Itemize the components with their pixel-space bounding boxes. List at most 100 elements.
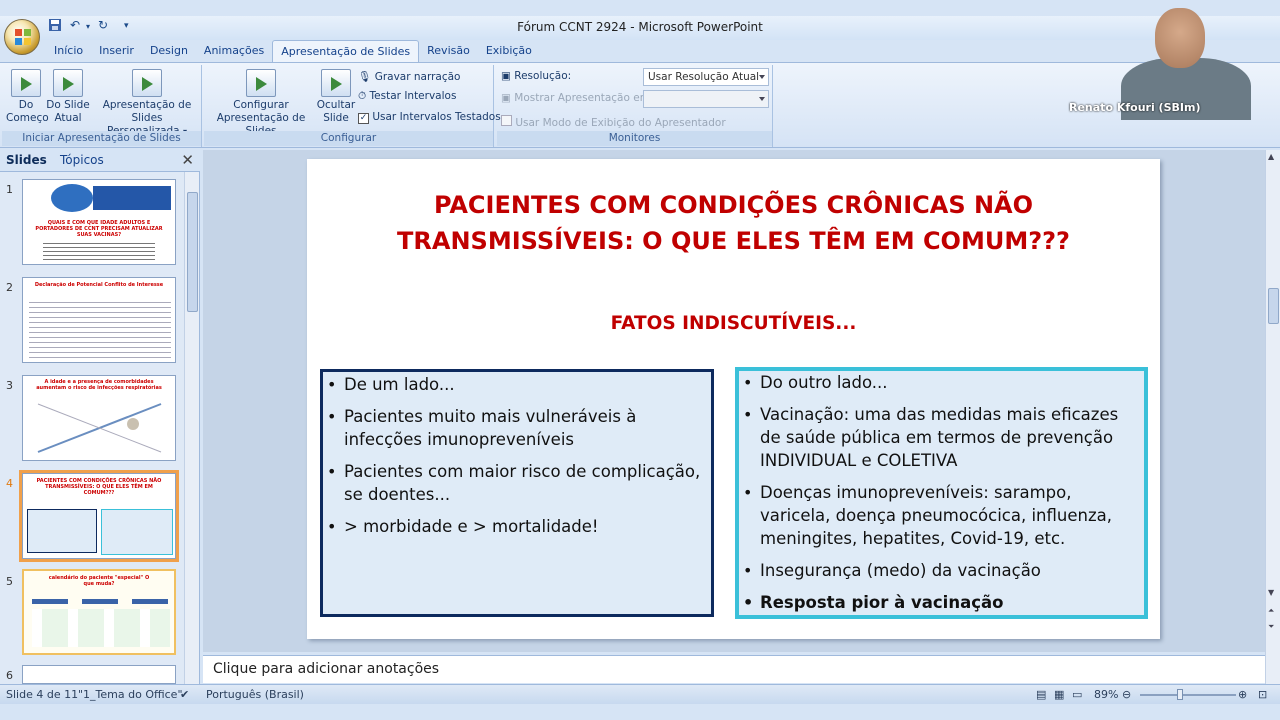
hide-slide-button[interactable]: Ocultar Slide (316, 69, 356, 125)
hide-slide-label-2: Slide (323, 112, 349, 124)
thumb-number: 1 (6, 183, 13, 196)
ribbon-tabs: Início Inserir Design Animações Apresent… (46, 40, 540, 62)
show-on-select[interactable] (643, 90, 769, 108)
resolution-label-text: Resolução: (514, 70, 572, 82)
configure-slideshow-button[interactable]: Configurar Apresentação de Slides (206, 69, 316, 138)
timer-icon: ⏱ (358, 90, 367, 102)
zoom-in-icon[interactable]: ⊕ (1238, 688, 1247, 701)
from-current-button[interactable]: Do Slide Atual (46, 69, 90, 125)
spellcheck-icon[interactable]: ✔ (180, 688, 189, 701)
dropdown-arrow-icon (759, 97, 765, 101)
presenter-view-checkbox[interactable]: Usar Modo de Exibição do Apresentador (501, 115, 726, 129)
group-start-slideshow: Do Começo Do Slide Atual Apresentação de… (2, 65, 202, 147)
tab-revisao[interactable]: Revisão (419, 40, 478, 62)
thumb-text: QUAIS E COM QUE IDADE ADULTOS E PORTADOR… (35, 220, 163, 238)
bullet-item: Do outro lado... (739, 371, 1140, 394)
thumb-number: 4 (6, 477, 13, 490)
slide-thumbnail-1[interactable]: QUAIS E COM QUE IDADE ADULTOS E PORTADOR… (22, 179, 176, 265)
from-beginning-button[interactable]: Do Começo (6, 69, 49, 125)
scroll-down-icon[interactable]: ▼ (1268, 588, 1274, 597)
scroll-thumb[interactable] (187, 192, 198, 312)
language-indicator[interactable]: Português (Brasil) (206, 688, 304, 701)
monitor-icon: ▣ (501, 92, 511, 104)
slide-thumbnail-3[interactable]: A idade e a presença de comorbidades aum… (22, 375, 176, 461)
tab-design[interactable]: Design (142, 40, 196, 62)
slides-pane: Slides Tópicos ✕ 1 QUAIS E COM QUE IDADE… (0, 150, 200, 684)
customize-toolbar-icon[interactable]: ▾ (124, 21, 129, 31)
redo-icon[interactable]: ↻ (98, 18, 108, 32)
use-timings-checkbox[interactable]: ✓ Usar Intervalos Testados (358, 111, 501, 124)
next-slide-icon[interactable]: ⏷ (1268, 622, 1274, 632)
slide-title[interactable]: PACIENTES COM CONDIÇÕES CRÔNICAS NÃO TRA… (307, 187, 1160, 259)
presenter-view-label: Usar Modo de Exibição do Apresentador (515, 117, 726, 129)
tab-exibicao[interactable]: Exibição (478, 40, 540, 62)
thumb-text: PACIENTES COM CONDIÇÕES CRÔNICAS NÃO TRA… (36, 478, 162, 496)
scroll-thumb[interactable] (1268, 288, 1279, 324)
checkbox-checked-icon: ✓ (358, 113, 369, 124)
office-button[interactable] (4, 19, 40, 55)
zoom-out-icon[interactable]: ⊖ (1122, 688, 1131, 701)
rehearse-timings-label: Testar Intervalos (369, 90, 457, 102)
custom-slideshow-label-1: Apresentação de (102, 99, 192, 111)
right-text-box[interactable]: Do outro lado... Vacinação: uma das medi… (735, 367, 1148, 619)
slide-subtitle[interactable]: FATOS INDISCUTÍVEIS... (307, 313, 1160, 334)
slide-thumbnail-5[interactable]: calendário do paciente "especial" O que … (22, 569, 176, 655)
zoom-level[interactable]: 89% (1094, 688, 1118, 701)
thumb-number: 5 (6, 575, 13, 588)
save-icon[interactable] (48, 18, 62, 35)
play-icon (11, 69, 41, 97)
record-narration-label: Gravar narração (374, 71, 461, 83)
slideshow-view-icon[interactable]: ▭ (1072, 688, 1082, 701)
tab-slides[interactable]: Slides (6, 153, 47, 167)
from-current-label-2: Atual (54, 112, 82, 124)
undo-icon[interactable]: ↶ (70, 18, 80, 32)
left-text-box[interactable]: De um lado... Pacientes muito mais vulne… (320, 369, 714, 617)
microphone-icon: 🎙 (358, 71, 372, 83)
slide-sorter-icon[interactable]: ▦ (1054, 688, 1064, 701)
slide-scrollbar[interactable]: ▲ ▼ ⏶ ⏷ (1265, 150, 1280, 684)
tab-animacoes[interactable]: Animações (196, 40, 272, 62)
webcam-overlay: Renato Kfouri (SBIm) (1067, 0, 1280, 120)
zoom-slider-thumb[interactable] (1177, 689, 1183, 700)
record-narration-button[interactable]: 🎙 Gravar narração (358, 70, 460, 83)
configure-label-1: Configurar (233, 99, 289, 111)
slide-thumbnail-6[interactable] (22, 665, 176, 684)
bullet-item: Pacientes com maior risco de complicação… (323, 460, 707, 506)
thumb-header (32, 599, 68, 604)
thumb-lines (43, 240, 155, 260)
notes-placeholder: Clique para adicionar anotações (213, 661, 440, 677)
close-icon[interactable]: ✕ (181, 151, 194, 169)
thumb-logo (51, 184, 93, 212)
tab-inserir[interactable]: Inserir (91, 40, 142, 62)
resolution-select[interactable]: Usar Resolução Atual (643, 68, 769, 86)
tab-inicio[interactable]: Início (46, 40, 91, 62)
slide-canvas[interactable]: PACIENTES COM CONDIÇÕES CRÔNICAS NÃO TRA… (307, 159, 1160, 639)
slide-thumbnail-2[interactable]: Declaração de Potencial Conflito de Inte… (22, 277, 176, 363)
dropdown-arrow-icon (759, 75, 765, 79)
scroll-up-icon[interactable]: ▲ (1268, 152, 1274, 161)
custom-slideshow-button[interactable]: Apresentação de Slides Personalizada ▾ (94, 69, 200, 138)
bullet-item: Pacientes muito mais vulneráveis à infec… (323, 405, 707, 451)
tab-apresentacao[interactable]: Apresentação de Slides (272, 40, 420, 62)
prev-slide-icon[interactable]: ⏶ (1268, 606, 1274, 616)
slide-editing-area: PACIENTES COM CONDIÇÕES CRÔNICAS NÃO TRA… (203, 150, 1265, 652)
from-beginning-label-1: Do (18, 99, 34, 111)
office-logo-icon (14, 28, 32, 46)
thumb-right-box (101, 509, 173, 555)
normal-view-icon[interactable]: ▤ (1036, 688, 1046, 701)
tab-topicos[interactable]: Tópicos (60, 153, 104, 167)
thumb-header (82, 599, 118, 604)
custom-slideshow-icon (132, 69, 162, 97)
bullet-item: De um lado... (323, 373, 707, 396)
zoom-slider[interactable] (1140, 694, 1236, 696)
show-on-label: ▣ Mostrar Apresentação em: (501, 92, 653, 104)
bullet-item: > morbidade e > mortalidade! (323, 515, 707, 538)
slide-thumbnail-4[interactable]: PACIENTES COM CONDIÇÕES CRÔNICAS NÃO TRA… (19, 470, 179, 562)
resolution-value: Usar Resolução Atual (648, 71, 760, 83)
notes-pane[interactable]: Clique para adicionar anotações (203, 655, 1265, 683)
slides-pane-scrollbar[interactable] (184, 172, 199, 684)
rehearse-timings-button[interactable]: ⏱ Testar Intervalos (358, 90, 456, 103)
group-label-monitors: Monitores (497, 131, 772, 146)
fit-to-window-icon[interactable]: ⊡ (1258, 688, 1267, 701)
undo-dropdown-icon[interactable]: ▾ (86, 22, 90, 31)
